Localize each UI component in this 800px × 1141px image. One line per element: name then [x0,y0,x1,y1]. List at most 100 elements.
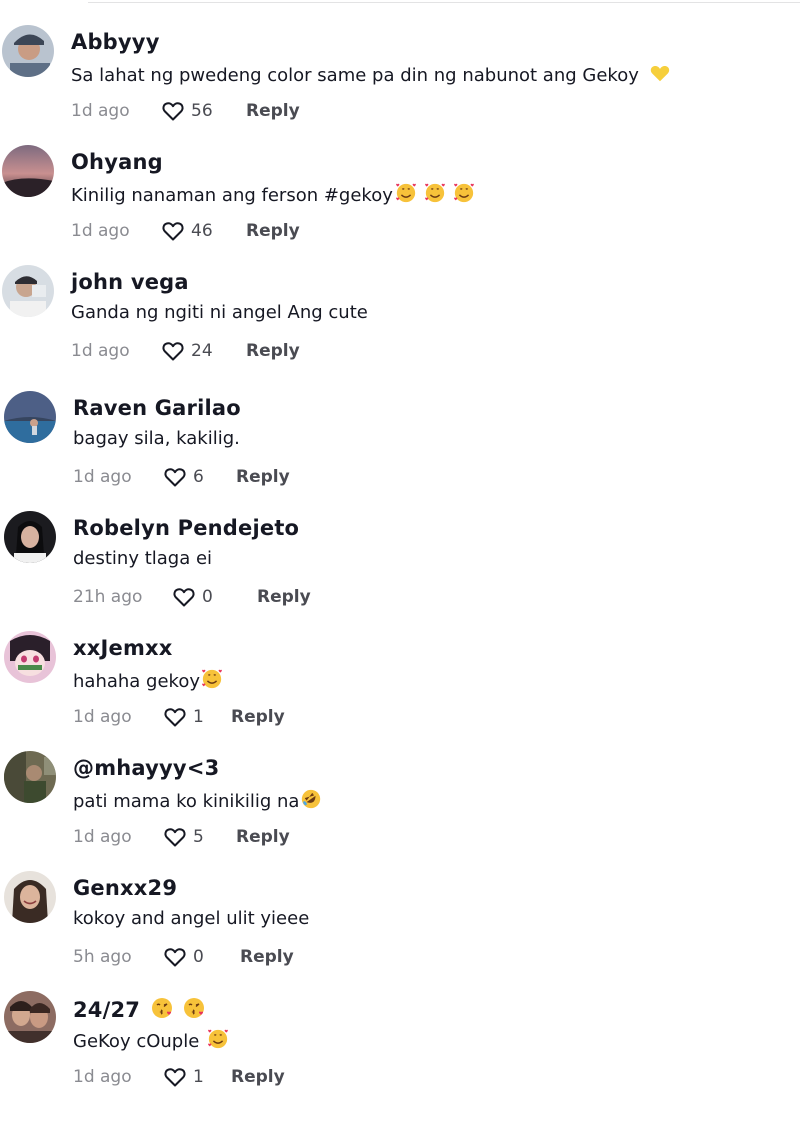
avatar[interactable] [4,991,56,1043]
comment-time: 1d ago [73,467,132,487]
reply-button[interactable]: Reply [257,587,311,607]
comment-username[interactable]: @mhayyy<3 [73,756,219,780]
comment-item: 24/27 GeKoy cOuple 1d ago 1 Reply [0,966,800,1087]
reply-button[interactable]: Reply [246,341,300,361]
like-button[interactable]: 1 [163,706,231,728]
comment-item: @mhayyy<3 pati mama ko kinikilig na 1d a… [0,726,800,847]
smiling-face-with-hearts-icon [396,183,416,203]
comment-username[interactable]: 24/27 [73,996,206,1022]
comment-username[interactable]: Raven Garilao [73,396,241,420]
comment-text: bagay sila, kakilig. [73,428,240,449]
heart-outline-icon [164,708,186,727]
reply-button[interactable]: Reply [246,221,300,241]
like-count: 46 [191,221,213,241]
face-blowing-kiss-icon [184,998,205,1018]
avatar[interactable] [4,631,56,683]
comment-time: 1d ago [71,341,130,361]
comment-item: Ohyang Kinilig nanaman ang ferson #gekoy [0,120,800,241]
heart-outline-icon [173,588,195,607]
comment-item: xxJemxx hahaha gekoy 1d ago 1 Reply [0,606,800,727]
reply-button[interactable]: Reply [231,707,285,727]
like-button[interactable]: 5 [163,826,236,848]
reply-button[interactable]: Reply [240,947,294,967]
comment-time: 1d ago [73,827,132,847]
comment-text-content: hahaha gekoy [73,671,200,692]
face-blowing-kiss-icon [152,998,173,1018]
comment-meta: 1d ago 24 Reply [71,338,300,364]
comment-text: Kinilig nanaman ang ferson #gekoy [71,182,475,206]
avatar[interactable] [2,145,54,197]
smiling-face-with-hearts-icon [208,1029,229,1049]
comment-text-content: Sa lahat ng pwedeng color same pa din ng… [71,65,639,86]
like-button[interactable]: 0 [163,946,240,968]
comment-username[interactable]: Robelyn Pendejeto [73,516,299,540]
like-count: 1 [193,707,204,727]
comment-text: destiny tlaga ei [73,548,212,569]
comment-text-content: GeKoy cOuple [73,1031,200,1052]
comment-username[interactable]: Ohyang [71,150,163,174]
comment-time: 1d ago [73,1067,132,1087]
heart-outline-icon [162,102,184,121]
like-count: 0 [193,947,204,967]
avatar[interactable] [2,265,54,317]
comment-text: Ganda ng ngiti ni angel Ang cute [71,302,368,323]
comment-item: Genxx29 kokoy and angel ulit yieee 5h ag… [0,846,800,967]
comment-text: Sa lahat ng pwedeng color same pa din ng… [71,62,671,86]
avatar[interactable] [4,751,56,803]
comment-text: kokoy and angel ulit yieee [73,908,309,929]
comment-text-content: pati mama ko kinikilig na [73,791,300,812]
comment-item: john vega Ganda ng ngiti ni angel Ang cu… [0,240,800,361]
comment-item: Raven Garilao bagay sila, kakilig. 1d ag… [0,366,800,487]
like-button[interactable]: 6 [163,466,236,488]
reply-button[interactable]: Reply [246,101,300,121]
comment-time: 21h ago [73,587,143,607]
comment-username-text: 24/27 [73,998,141,1022]
heart-outline-icon [164,828,186,847]
like-button[interactable]: 24 [161,340,246,362]
like-count: 6 [193,467,204,487]
reply-button[interactable]: Reply [231,1067,285,1087]
avatar[interactable] [4,871,56,923]
comment-text-content: Ganda ng ngiti ni angel Ang cute [71,302,368,323]
like-button[interactable]: 0 [172,586,257,608]
rolling-on-floor-laughing-icon [302,789,321,809]
heart-outline-icon [164,468,186,487]
smiling-face-with-hearts-icon [202,669,222,689]
comment-text: pati mama ko kinikilig na [73,788,322,812]
avatar[interactable] [4,391,56,443]
reply-button[interactable]: Reply [236,827,290,847]
heart-outline-icon [164,1068,186,1087]
heart-outline-icon [162,222,184,241]
like-button[interactable]: 56 [161,100,246,122]
smiling-face-with-hearts-icon [454,183,474,203]
comment-meta: 1d ago 1 Reply [73,1064,285,1090]
comment-time: 1d ago [73,707,132,727]
comment-text-content: Kinilig nanaman ang ferson #gekoy [71,185,393,206]
like-count: 24 [191,341,213,361]
yellow-heart-icon [650,65,669,82]
comment-username[interactable]: Abbyyy [71,30,160,54]
heart-outline-icon [164,948,186,967]
like-button[interactable]: 46 [161,220,246,242]
reply-button[interactable]: Reply [236,467,290,487]
comment-username[interactable]: xxJemxx [73,636,173,660]
heart-outline-icon [162,342,184,361]
like-count: 56 [191,101,213,121]
comment-time: 1d ago [71,221,130,241]
comment-username[interactable]: john vega [71,270,189,294]
comment-time: 5h ago [73,947,132,967]
smiling-face-with-hearts-icon [425,183,445,203]
comment-item: Abbyyy Sa lahat ng pwedeng color same pa… [0,0,800,121]
avatar[interactable] [2,25,54,77]
comment-time: 1d ago [71,101,130,121]
comment-text: hahaha gekoy [73,668,223,692]
comment-text-content: destiny tlaga ei [73,548,213,569]
like-count: 0 [202,587,213,607]
like-count: 1 [193,1067,204,1087]
comment-text-content: bagay sila, kakilig. [73,428,240,449]
like-button[interactable]: 1 [163,1066,231,1088]
comment-text: GeKoy cOuple [73,1028,229,1052]
comment-text-content: kokoy and angel ulit yieee [73,908,310,929]
avatar[interactable] [4,511,56,563]
comment-username[interactable]: Genxx29 [73,876,177,900]
